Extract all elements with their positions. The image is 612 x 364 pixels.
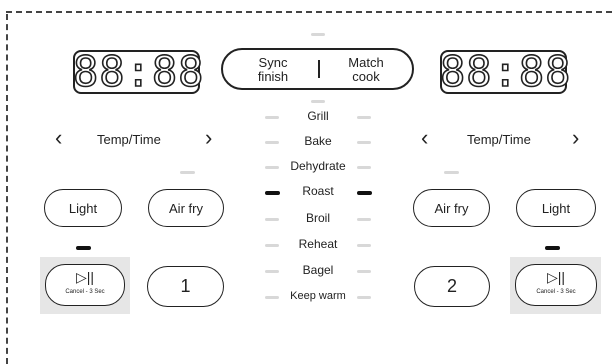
mode-broil-indicator-right (357, 218, 371, 221)
right-start-cancel-button[interactable]: ▷|| Cancel - 3 Sec (515, 264, 597, 306)
sync-match-button[interactable]: Sync finish Match cook (221, 48, 414, 90)
left-air-fry-button[interactable]: Air fry (148, 189, 224, 227)
match-cook-label[interactable]: Match cook (336, 56, 396, 84)
mode-top-indicator-2 (311, 100, 325, 103)
mode-keep-warm-indicator-right (357, 296, 371, 299)
mode-top-indicator (311, 33, 325, 36)
right-oven-2-button[interactable]: 2 (414, 266, 490, 307)
right-air-fry-indicator (444, 171, 459, 174)
mode-roast-indicator-right (357, 191, 372, 195)
panel-border-left (6, 14, 8, 364)
left-cancel-label: Cancel - 3 Sec (65, 289, 105, 295)
right-chevron-left-icon[interactable]: ‹ (421, 127, 428, 149)
sync-match-divider (318, 60, 320, 78)
right-light-indicator (545, 246, 560, 250)
mode-reheat-indicator-right (357, 244, 371, 247)
mode-grill-indicator-right (357, 116, 371, 119)
mode-dehydrate-indicator-right (357, 166, 371, 169)
mode-bake-indicator-right (357, 141, 371, 144)
mode-bagel-indicator-right (357, 270, 371, 273)
left-light-button[interactable]: Light (44, 189, 122, 227)
right-light-button[interactable]: Light (516, 189, 596, 227)
right-time-display: 88:88 (439, 47, 572, 96)
left-start-cancel-button[interactable]: ▷|| Cancel - 3 Sec (45, 264, 125, 306)
left-time-display: 88:88 (72, 47, 205, 96)
left-temp-time-label: Temp/Time (97, 132, 161, 147)
left-play-pause-icon: ▷|| (75, 269, 95, 285)
left-light-indicator (76, 246, 91, 250)
sync-finish-label[interactable]: Sync finish (243, 56, 303, 84)
right-cancel-label: Cancel - 3 Sec (536, 289, 576, 295)
right-air-fry-button[interactable]: Air fry (413, 189, 490, 227)
right-chevron-right-icon[interactable]: › (572, 127, 579, 149)
left-air-fry-indicator (180, 171, 195, 174)
left-oven-1-button[interactable]: 1 (147, 266, 224, 307)
panel-border-top (6, 11, 612, 13)
right-temp-time-label: Temp/Time (467, 132, 531, 147)
left-chevron-left-icon[interactable]: ‹ (55, 127, 62, 149)
right-play-pause-icon: ▷|| (546, 269, 566, 285)
left-chevron-right-icon[interactable]: › (205, 127, 212, 149)
